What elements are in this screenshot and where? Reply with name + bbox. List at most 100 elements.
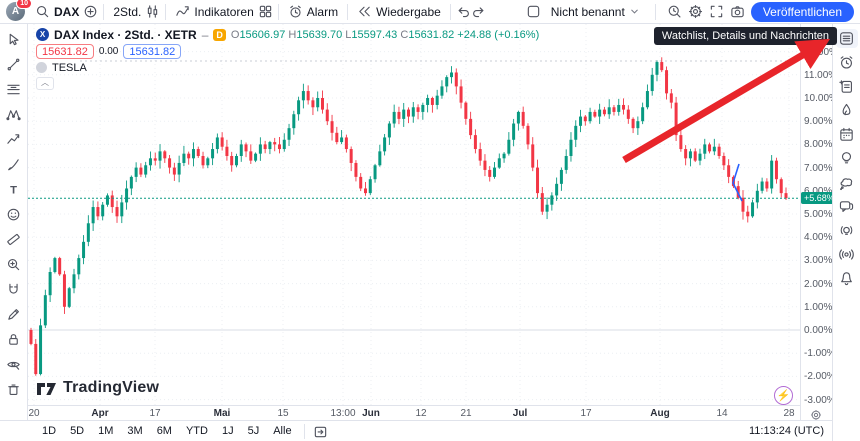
ideas-icon[interactable] — [836, 149, 858, 168]
legend-symbol-row[interactable]: X DAX Index · 2Std. · XETR – D O15606.97… — [36, 27, 539, 42]
price-tick-label: 7.00% — [804, 163, 832, 174]
boost-lightning-icon[interactable]: ⚡ — [774, 386, 793, 405]
brush-tool-icon[interactable] — [3, 153, 25, 175]
buy-price-button[interactable]: 15631.82 — [123, 44, 181, 59]
range-5j-button[interactable]: 5J — [242, 424, 266, 438]
price-tick-label: 4.00% — [804, 232, 832, 243]
live-icon[interactable] — [836, 245, 858, 264]
time-tick-label: Mai — [214, 408, 231, 419]
undo-icon[interactable] — [456, 4, 471, 19]
notification-count-badge: 10 — [16, 0, 32, 9]
time-tick-label: 14 — [716, 408, 727, 419]
range-5d-button[interactable]: 5D — [64, 424, 90, 438]
time-tick-label: 21 — [460, 408, 471, 419]
right-sidebar — [832, 24, 860, 441]
quick-search-icon[interactable] — [667, 4, 682, 19]
interval-label: 2Std. — [113, 5, 141, 19]
toolbar-divider — [655, 4, 656, 20]
chat-icon[interactable] — [836, 197, 858, 216]
symbol2-label[interactable]: TESLA — [52, 62, 87, 74]
remove-drawings-tool-icon[interactable] — [3, 378, 25, 400]
notifications-icon[interactable] — [836, 269, 858, 288]
save-layout-checkbox-icon[interactable] — [526, 4, 541, 19]
time-tick-label: 28 — [783, 408, 794, 419]
settings-gear-icon[interactable] — [688, 4, 703, 19]
price-tick-label: -2.00% — [804, 371, 836, 382]
candle-style-icon[interactable] — [145, 4, 160, 19]
range-ytd-button[interactable]: YTD — [180, 424, 214, 438]
replay-label: Wiedergabe — [376, 5, 441, 19]
price-tick-label: 0.00% — [804, 325, 832, 336]
user-menu[interactable]: A 10 — [6, 2, 25, 21]
magnet-tool-icon[interactable] — [3, 278, 25, 300]
watchlist-tooltip: Watchlist, Details und Nachrichten — [654, 27, 837, 45]
time-axis[interactable]: 20Apr17Mai1513:00Jun1221Jul17Aug1428 — [28, 405, 800, 420]
time-tick-label: Jun — [362, 408, 380, 419]
zoom-in-tool-icon[interactable] — [3, 253, 25, 275]
range-1m-button[interactable]: 1M — [92, 424, 119, 438]
layout-grid-icon[interactable] — [258, 4, 273, 19]
range-alle-button[interactable]: Alle — [267, 424, 297, 438]
text-tool-icon[interactable]: T — [3, 178, 25, 200]
hotlists-icon[interactable] — [836, 101, 858, 120]
chevron-down-icon — [629, 6, 640, 17]
tradingview-watermark: TradingView — [36, 379, 159, 397]
legend-price-row: 15631.82 0.00 15631.82 — [36, 44, 539, 59]
chart-pane[interactable]: X DAX Index · 2Std. · XETR – D O15606.97… — [28, 24, 800, 405]
price-tick-label: 8.00% — [804, 139, 832, 150]
watchlist-icon[interactable] — [836, 29, 858, 48]
chart-legend: X DAX Index · 2Std. · XETR – D O15606.97… — [36, 27, 539, 90]
sell-price-button[interactable]: 15631.82 — [36, 44, 94, 59]
add-symbol-icon[interactable] — [83, 4, 98, 19]
indicators-button[interactable]: Indikatoren — [171, 2, 257, 21]
trend-line-tool-icon[interactable] — [3, 53, 25, 75]
notes-icon[interactable] — [836, 77, 858, 96]
range-6m-button[interactable]: 6M — [151, 424, 178, 438]
range-1d-button[interactable]: 1D — [36, 424, 62, 438]
symbol-search-button[interactable]: DAX — [31, 2, 83, 21]
layout-name-button[interactable]: Nicht benannt — [547, 3, 644, 21]
price-tick-label: 9.00% — [804, 116, 832, 127]
cursor-tool-icon[interactable] — [3, 28, 25, 50]
topbar-right-group: Nicht benannt Veröffentlichen — [526, 2, 854, 22]
drawing-pencil-tool-icon[interactable] — [3, 303, 25, 325]
time-tick-label: 13:00 — [330, 408, 355, 419]
fib-retracement-tool-icon[interactable] — [3, 78, 25, 100]
replay-button[interactable]: Wiedergabe — [353, 2, 445, 21]
fullscreen-icon[interactable] — [709, 4, 724, 19]
alerts-icon[interactable] — [836, 53, 858, 72]
symbol-title[interactable]: DAX Index · 2Std. · XETR — [54, 28, 197, 42]
replay-icon — [357, 4, 372, 19]
time-tick-label: Jul — [513, 408, 527, 419]
snapshot-camera-icon[interactable] — [730, 4, 745, 19]
toolbar-divider — [165, 4, 166, 20]
private-chats-icon[interactable] — [836, 173, 858, 192]
prediction-tool-icon[interactable] — [3, 128, 25, 150]
price-tick-label: 5.00% — [804, 209, 832, 220]
streams-icon[interactable] — [836, 221, 858, 240]
hide-drawings-tool-icon[interactable] — [3, 353, 25, 375]
lock-drawings-tool-icon[interactable] — [3, 328, 25, 350]
svg-text:T: T — [10, 184, 17, 196]
interval-button[interactable]: 2Std. — [109, 3, 145, 21]
redo-icon[interactable] — [471, 4, 486, 19]
price-axis[interactable]: 12.00%11.00%10.00%9.00%8.00%7.00%6.00%5.… — [800, 24, 832, 420]
legend-symbol2-row[interactable]: TESLA — [36, 61, 539, 74]
legend-collapse-button[interactable]: ︿ — [36, 77, 54, 90]
xabcd-pattern-tool-icon[interactable] — [3, 103, 25, 125]
range-3m-button[interactable]: 3M — [121, 424, 148, 438]
alert-button[interactable]: Alarm — [284, 2, 342, 21]
time-tick-label: 20 — [28, 408, 39, 419]
symbol-search-label: DAX — [54, 5, 79, 19]
publish-button[interactable]: Veröffentlichen — [751, 2, 854, 22]
range-1j-button[interactable]: 1J — [216, 424, 240, 438]
measure-tool-icon[interactable] — [3, 228, 25, 250]
indicators-label: Indikatoren — [194, 5, 253, 19]
calendar-icon[interactable] — [836, 125, 858, 144]
session-clock[interactable]: 11:13:24 (UTC) — [749, 425, 824, 437]
goto-date-button[interactable] — [304, 424, 328, 439]
alarm-label: Alarm — [307, 5, 338, 19]
emoji-tool-icon[interactable] — [3, 203, 25, 225]
delayed-data-badge: D — [213, 29, 226, 41]
legend-dash: – — [202, 28, 209, 42]
